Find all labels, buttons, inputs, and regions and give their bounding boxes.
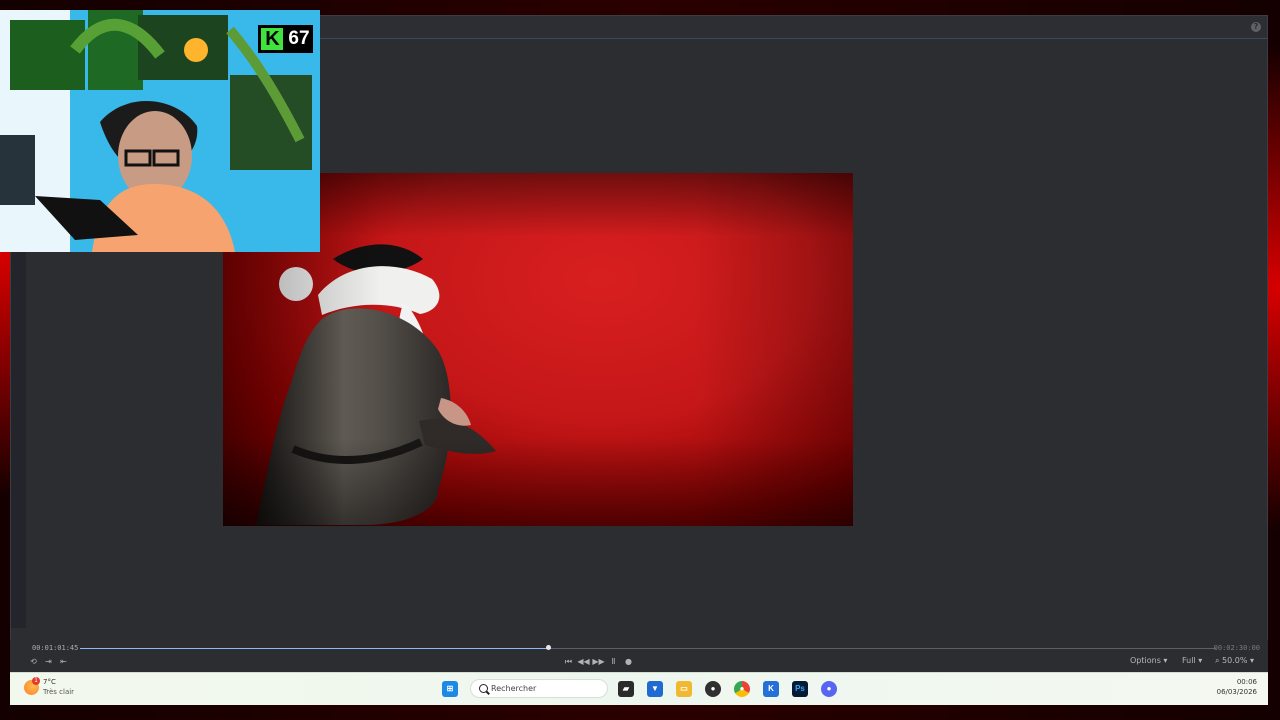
- clock-date: 06/03/2026: [1216, 688, 1257, 696]
- viewer-count-badge: K 67: [258, 25, 313, 53]
- weather-alert-badge: 1: [32, 677, 40, 685]
- next-frame-icon[interactable]: ▶▶: [592, 656, 605, 668]
- skip-start-icon[interactable]: ⏮: [562, 656, 575, 668]
- viewer-controls: ⟲ ⇥ ⇤ ⏮ ◀◀ ▶▶ Ⅱ ● Options ▾ Full ▾ ⌕ 50.…: [10, 656, 1268, 670]
- system-clock[interactable]: 00:06 06/03/2026: [1217, 677, 1257, 697]
- weather-widget[interactable]: 1 7°C Très clair: [24, 677, 94, 702]
- windows-taskbar: 1 7°C Très clair ⊞ Rechercher ▰ ▼ ▭ ● ● …: [10, 672, 1268, 705]
- weather-description: Très clair: [43, 688, 75, 696]
- options-dropdown[interactable]: Options ▾: [1130, 656, 1167, 665]
- photoshop-icon[interactable]: Ps: [792, 681, 808, 697]
- export-frame-icon[interactable]: ⇥: [42, 656, 55, 668]
- chrome-icon[interactable]: ●: [734, 681, 750, 697]
- quality-dropdown[interactable]: Full ▾: [1182, 656, 1202, 665]
- vs-code-icon[interactable]: ▼: [647, 681, 663, 697]
- clock-time: 00:06: [1236, 678, 1257, 686]
- help-icon[interactable]: ?: [1251, 22, 1261, 32]
- timeline-progress-fill: [80, 648, 552, 649]
- weather-temperature: 7°C: [43, 678, 56, 686]
- zoom-label: 50.0% ▾: [1222, 656, 1255, 665]
- timeline-scrubber[interactable]: [80, 648, 1216, 649]
- pause-icon[interactable]: Ⅱ: [607, 656, 620, 668]
- discord-icon[interactable]: ●: [821, 681, 837, 697]
- windows-start-icon[interactable]: ⊞: [442, 681, 458, 697]
- kdenlive-icon[interactable]: K: [763, 681, 779, 697]
- timeline-bar: 00:01:01:45 00:02:30:00 ⟲ ⇥ ⇤ ⏮ ◀◀ ▶▶ Ⅱ …: [10, 640, 1268, 672]
- previous-frame-icon[interactable]: ◀◀: [577, 656, 590, 668]
- loop-icon[interactable]: ⟲: [27, 656, 40, 668]
- kick-logo-icon: K: [261, 28, 284, 50]
- file-explorer-icon[interactable]: ▭: [676, 681, 692, 697]
- search-icon: [479, 684, 488, 693]
- mark-in-icon[interactable]: ⇤: [57, 656, 70, 668]
- current-timecode: 00:01:01:45: [32, 644, 79, 652]
- obs-icon[interactable]: ●: [705, 681, 721, 697]
- zoom-dropdown[interactable]: ⌕ 50.0% ▾: [1215, 656, 1254, 666]
- search-placeholder: Rechercher: [491, 684, 537, 693]
- record-icon[interactable]: ●: [622, 656, 635, 668]
- zoom-icon: ⌕: [1215, 656, 1220, 665]
- streamer-webcam: K 67: [0, 10, 320, 252]
- total-timecode: 00:02:30:00: [1213, 644, 1260, 652]
- viewer-count: 67: [288, 28, 310, 49]
- timeline-playhead[interactable]: [546, 645, 551, 650]
- taskbar-search[interactable]: Rechercher: [470, 679, 608, 698]
- task-view-icon[interactable]: ▰: [618, 681, 634, 697]
